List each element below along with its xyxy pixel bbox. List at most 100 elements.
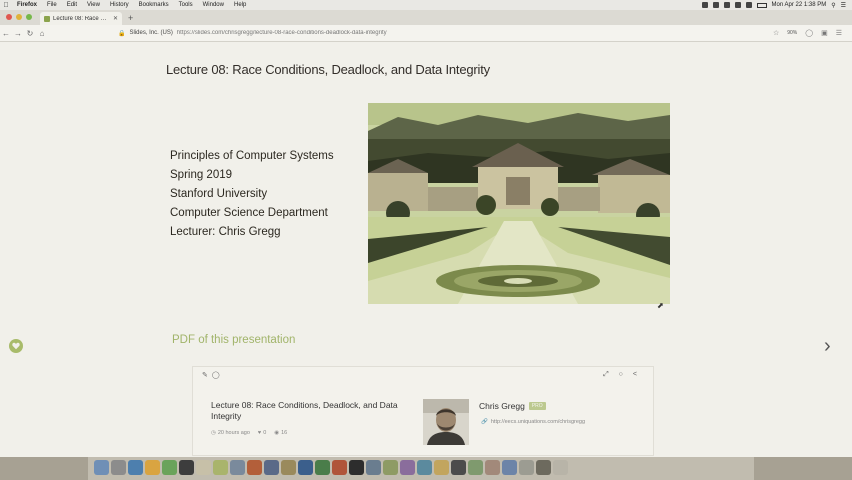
mouse-cursor-icon: ⬈ bbox=[657, 301, 664, 310]
firefox-icon[interactable] bbox=[247, 460, 262, 475]
safari-icon[interactable] bbox=[128, 460, 143, 475]
tab-close-icon[interactable]: ✕ bbox=[113, 15, 118, 22]
deck-views: ◉ 16 bbox=[274, 430, 287, 436]
deck-title[interactable]: Lecture 08: Race Conditions, Deadlock, a… bbox=[211, 400, 401, 422]
fullscreen-icon[interactable]: ⤢ bbox=[603, 371, 609, 379]
notes-icon[interactable] bbox=[213, 460, 228, 475]
menu-app-name[interactable]: Firefox bbox=[12, 2, 42, 8]
menu-edit[interactable]: Edit bbox=[62, 2, 82, 8]
forward-icon[interactable]: → bbox=[12, 29, 24, 38]
trash-icon[interactable] bbox=[553, 460, 568, 475]
course-name: Principles of Computer Systems bbox=[170, 150, 334, 162]
documents-icon[interactable] bbox=[536, 460, 551, 475]
deck-likes[interactable]: ♥ 0 bbox=[258, 430, 266, 436]
menu-icon[interactable]: ☰ bbox=[836, 29, 842, 37]
card-tools-right: ⤢ ○ < bbox=[603, 371, 637, 379]
xcode-icon[interactable] bbox=[502, 460, 517, 475]
maps-icon[interactable] bbox=[383, 460, 398, 475]
facetime-icon[interactable] bbox=[468, 460, 483, 475]
bookmark-icon[interactable]: ☆ bbox=[773, 29, 779, 37]
preview-icon[interactable] bbox=[264, 460, 279, 475]
appstore-icon[interactable] bbox=[417, 460, 432, 475]
contacts-icon[interactable] bbox=[485, 460, 500, 475]
menu-window[interactable]: Window bbox=[198, 2, 229, 8]
deck-likes-count: 0 bbox=[263, 430, 267, 436]
author-avatar[interactable] bbox=[423, 399, 469, 445]
menu-clock[interactable]: Mon Apr 22 1:38 PM bbox=[772, 2, 827, 8]
site-identity: Slides, Inc. (US) bbox=[129, 30, 173, 36]
deck-meta: ◷ 20 hours ago ♥ 0 ◉ 16 bbox=[211, 430, 287, 436]
messages-icon[interactable] bbox=[162, 460, 177, 475]
extension-icon[interactable]: ▣ bbox=[821, 29, 828, 37]
toolbar-right: ☆ 90% ◯ ▣ ☰ bbox=[773, 29, 852, 37]
course-term: Spring 2019 bbox=[170, 169, 233, 181]
settings-icon[interactable] bbox=[366, 460, 381, 475]
status-tray: Mon Apr 22 1:38 PM ⚲ ☰ bbox=[701, 2, 852, 9]
menu-view[interactable]: View bbox=[82, 2, 105, 8]
author-link-text: http://eecs.uniquations.com/chrisgregg bbox=[490, 419, 586, 425]
menu-help[interactable]: Help bbox=[229, 2, 251, 8]
author-link[interactable]: 🔗 http://eecs.uniquations.com/chrisgregg bbox=[481, 419, 585, 425]
card-tools-left: ✎ ◯ bbox=[202, 371, 220, 379]
tray-wifi-icon[interactable] bbox=[734, 2, 741, 8]
search-icon[interactable]: ⚲ bbox=[831, 2, 835, 9]
battery-icon[interactable] bbox=[756, 2, 767, 8]
fork-icon[interactable]: ◯ bbox=[212, 371, 220, 379]
menu-bookmarks[interactable]: Bookmarks bbox=[134, 2, 174, 8]
mail-icon[interactable] bbox=[230, 460, 245, 475]
back-icon[interactable]: ← bbox=[0, 29, 12, 38]
pdf-link[interactable]: PDF of this presentation bbox=[172, 334, 295, 346]
pro-badge: PRO bbox=[528, 402, 546, 410]
tray-bluetooth-icon[interactable] bbox=[723, 2, 730, 8]
share-icon[interactable]: < bbox=[633, 371, 637, 379]
activity-monitor-icon[interactable] bbox=[451, 460, 466, 475]
photos-icon[interactable] bbox=[145, 460, 160, 475]
campus-illustration bbox=[368, 103, 670, 304]
keynote-icon[interactable] bbox=[434, 460, 449, 475]
finder-icon[interactable] bbox=[94, 460, 109, 475]
url-text[interactable]: https://slides.com/chrisgregg/lecture-08… bbox=[177, 30, 387, 36]
tab-strip: Lecture 08: Race Conditions, D ✕ + bbox=[0, 10, 852, 25]
zoom-level[interactable]: 90% bbox=[787, 30, 797, 36]
music-icon[interactable] bbox=[400, 460, 415, 475]
reload-icon[interactable]: ↻ bbox=[24, 29, 36, 38]
author-name[interactable]: Chris Gregg PRO bbox=[479, 401, 546, 411]
apple-icon[interactable]:  bbox=[0, 2, 12, 9]
tray-cloud-icon[interactable] bbox=[712, 2, 719, 8]
menu-tools[interactable]: Tools bbox=[174, 2, 198, 8]
close-window-icon[interactable] bbox=[6, 14, 12, 20]
excel-icon[interactable] bbox=[315, 460, 330, 475]
zoom-window-icon[interactable] bbox=[26, 14, 32, 20]
downloads-icon[interactable] bbox=[519, 460, 534, 475]
url-bar[interactable]: 🔒 Slides, Inc. (US) https://slides.com/c… bbox=[118, 27, 663, 39]
menu-history[interactable]: History bbox=[105, 2, 134, 8]
tab-lecture[interactable]: Lecture 08: Race Conditions, D ✕ bbox=[40, 12, 122, 25]
console-icon[interactable] bbox=[349, 460, 364, 475]
new-tab-icon[interactable]: + bbox=[122, 13, 139, 25]
terminal-icon[interactable] bbox=[179, 460, 194, 475]
comment-icon[interactable]: ○ bbox=[619, 371, 623, 379]
word-icon[interactable] bbox=[298, 460, 313, 475]
tray-app-icon[interactable] bbox=[701, 2, 708, 8]
calendar-icon[interactable] bbox=[196, 460, 211, 475]
heart-icon[interactable] bbox=[9, 339, 23, 353]
powerpoint-icon[interactable] bbox=[332, 460, 347, 475]
next-slide-icon[interactable]: › bbox=[824, 335, 840, 359]
university-name: Stanford University bbox=[170, 188, 268, 200]
tab-title: Lecture 08: Race Conditions, D bbox=[53, 15, 110, 22]
slide-title: Lecture 08: Race Conditions, Deadlock, a… bbox=[166, 62, 490, 77]
edit-icon[interactable]: ✎ bbox=[202, 371, 208, 379]
launchpad-icon[interactable] bbox=[111, 460, 126, 475]
menu-file[interactable]: File bbox=[42, 2, 62, 8]
lock-icon[interactable]: 🔒 bbox=[118, 30, 125, 37]
course-info: Principles of Computer Systems Spring 20… bbox=[170, 147, 334, 242]
like-icon: ♥ bbox=[257, 430, 262, 436]
minimize-window-icon[interactable] bbox=[16, 14, 22, 20]
tray-volume-icon[interactable] bbox=[745, 2, 752, 8]
dock-icons bbox=[94, 460, 568, 475]
home-icon[interactable]: ⌂ bbox=[36, 29, 48, 38]
books-icon[interactable] bbox=[281, 460, 296, 475]
shield-icon[interactable]: ◯ bbox=[805, 29, 813, 37]
notification-icon[interactable]: ☰ bbox=[841, 2, 846, 9]
lecturer-name: Lecturer: Chris Gregg bbox=[170, 226, 281, 238]
